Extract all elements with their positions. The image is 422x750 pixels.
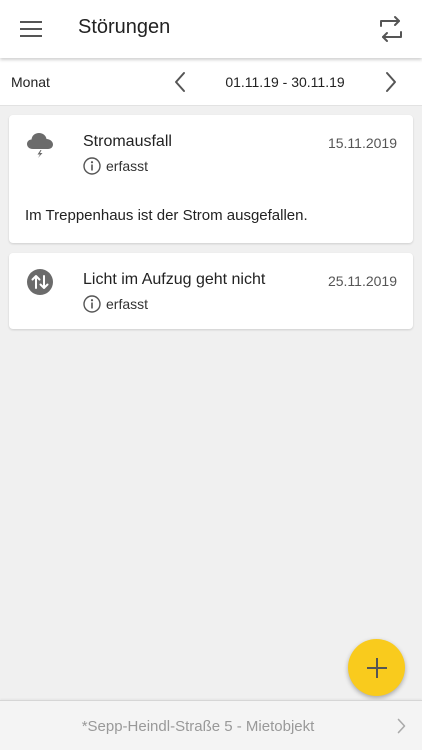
plus-icon bbox=[366, 657, 387, 678]
previous-period-button[interactable] bbox=[166, 68, 194, 96]
next-period-button[interactable] bbox=[377, 68, 405, 96]
info-icon bbox=[83, 295, 101, 313]
issue-card[interactable]: Stromausfall 15.11.2019 erfasst Im Trepp… bbox=[9, 115, 413, 243]
issue-card[interactable]: Licht im Aufzug geht nicht 25.11.2019 er… bbox=[9, 253, 413, 329]
elevator-icon bbox=[25, 267, 55, 297]
period-type-label[interactable]: Monat bbox=[11, 74, 50, 90]
info-icon bbox=[83, 157, 101, 175]
status-badge: erfasst bbox=[83, 294, 148, 314]
status-label: erfasst bbox=[106, 158, 149, 174]
issue-title: Licht im Aufzug geht nicht bbox=[83, 271, 266, 288]
chevron-right-icon bbox=[386, 72, 396, 92]
date-range: 01.11.19 - 30.11.19 bbox=[225, 74, 345, 90]
issue-date: 15.11.2019 bbox=[327, 135, 397, 151]
issue-date: 25.11.2019 bbox=[327, 273, 397, 289]
sync-button[interactable] bbox=[374, 12, 408, 46]
page-title: Störungen bbox=[78, 16, 171, 38]
status-label: erfasst bbox=[106, 296, 149, 312]
issue-description: Im Treppenhaus ist der Strom ausgefallen… bbox=[25, 207, 308, 224]
property-name: *Sepp-Heindl-Straße 5 - Mietobjekt bbox=[81, 718, 315, 735]
date-filter-bar: Monat 01.11.19 - 30.11.19 bbox=[0, 58, 422, 106]
issue-list: Stromausfall 15.11.2019 erfasst Im Trepp… bbox=[9, 115, 413, 339]
sync-icon bbox=[380, 16, 402, 42]
menu-button[interactable] bbox=[14, 14, 48, 44]
chevron-left-icon bbox=[175, 72, 185, 92]
app-bar: Störungen bbox=[0, 0, 422, 58]
storm-cloud-icon bbox=[25, 129, 55, 159]
hamburger-menu-icon bbox=[20, 21, 42, 37]
chevron-right-icon bbox=[394, 717, 408, 735]
status-badge: erfasst bbox=[83, 156, 148, 176]
add-issue-button[interactable] bbox=[348, 639, 405, 696]
property-selector[interactable]: *Sepp-Heindl-Straße 5 - Mietobjekt bbox=[0, 700, 422, 750]
issue-title: Stromausfall bbox=[83, 133, 172, 150]
